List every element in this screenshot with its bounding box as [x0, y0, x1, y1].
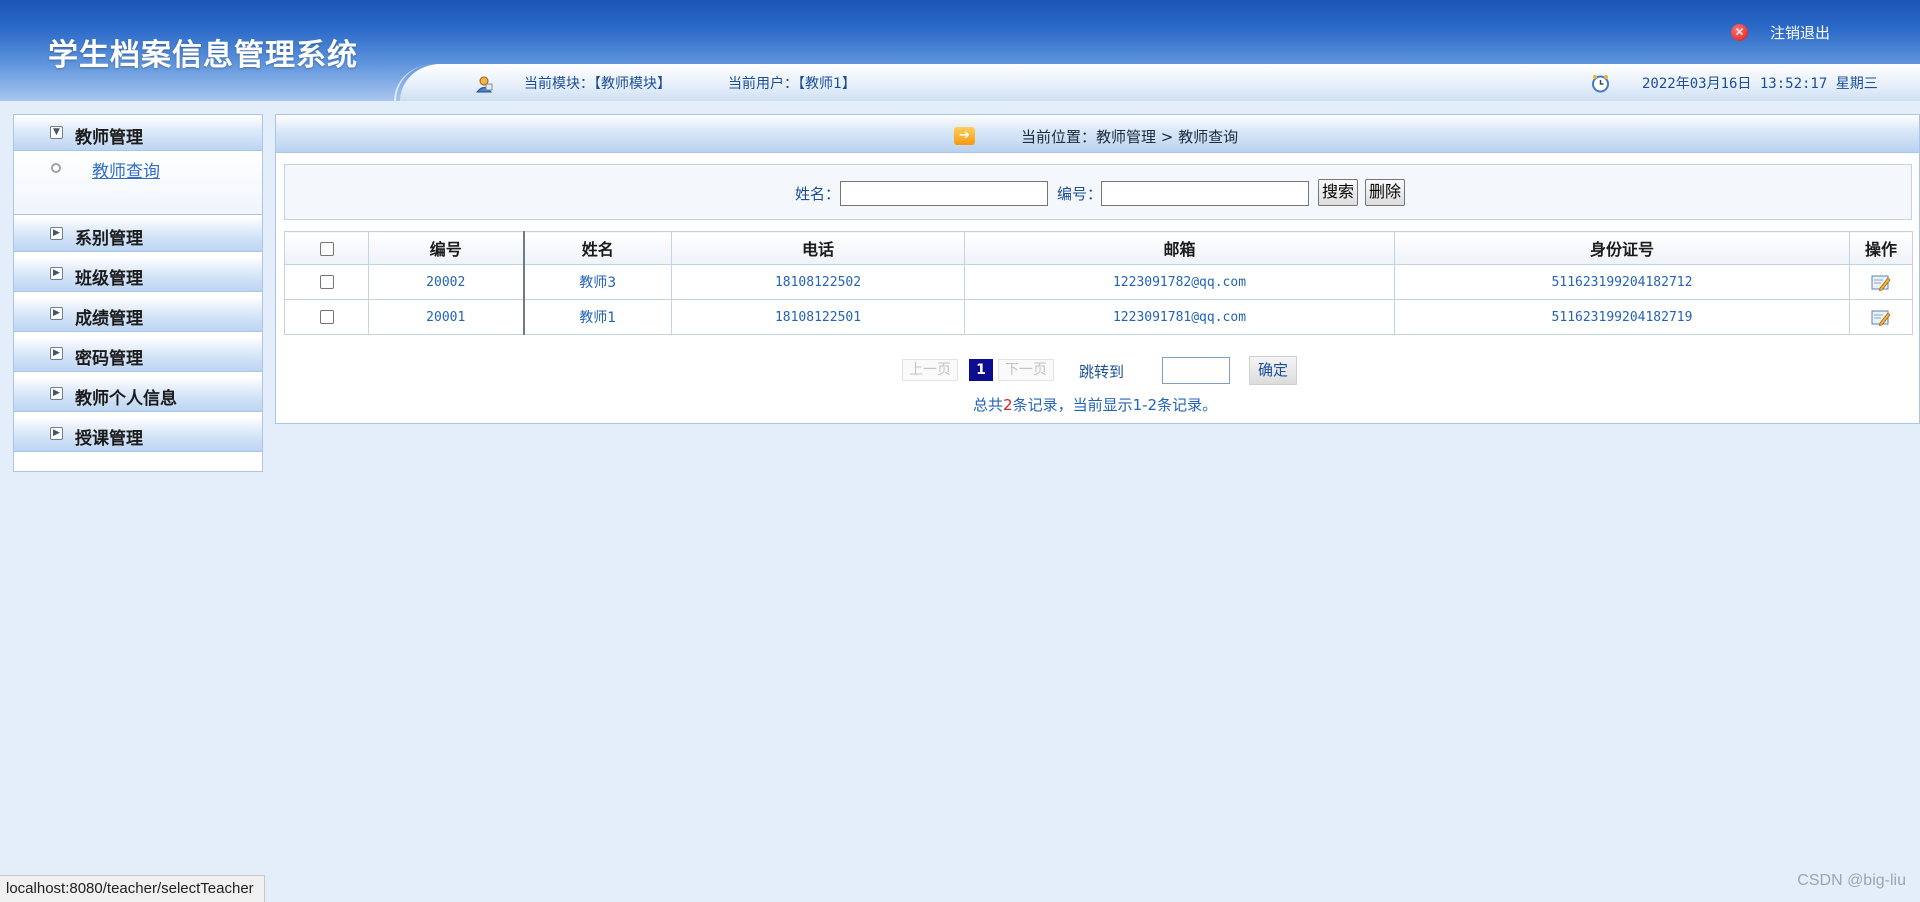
column-header-actions: 操作 [1849, 231, 1913, 265]
name-search-input[interactable] [840, 181, 1048, 206]
cell-email: 1223091781@qq.com [964, 299, 1395, 335]
main-panel: ➔ 当前位置：教师管理 > 教师查询 姓名： 编号： 搜索 删除 编号 姓名 电… [275, 114, 1920, 424]
close-icon: ✕ [1730, 24, 1748, 41]
sidebar: ▼ 教师管理 教师查询 ▶ 系别管理 ▶ 班级管理 ▶ 成绩管理 ▶ 密码管理 … [13, 114, 263, 472]
user-icon [475, 76, 493, 93]
cell-id: 20002 [368, 264, 525, 300]
row-checkbox[interactable] [319, 310, 334, 324]
expand-icon: ▶ [50, 307, 63, 320]
column-header-email: 邮箱 [964, 231, 1395, 265]
cell-idcard: 511623199204182719 [1394, 299, 1850, 335]
sidebar-item-label: 班级管理 [75, 269, 143, 289]
table-row: 20002 教师3 18108122502 1223091782@qq.com … [284, 264, 1913, 300]
sidebar-item-department-management[interactable]: ▶ 系别管理 [14, 216, 262, 252]
sidebar-item-teacher-management[interactable]: ▼ 教师管理 [14, 115, 262, 151]
sidebar-item-teaching-management[interactable]: ▶ 授课管理 [14, 416, 262, 452]
collapse-icon: ▼ [50, 126, 63, 139]
id-label: 编号： [1057, 185, 1103, 203]
sidebar-item-grade-management[interactable]: ▶ 成绩管理 [14, 296, 262, 332]
row-checkbox[interactable] [319, 275, 334, 289]
search-button[interactable]: 搜索 [1318, 179, 1359, 206]
sidebar-item-label: 密码管理 [75, 349, 143, 369]
sidebar-item-class-management[interactable]: ▶ 班级管理 [14, 256, 262, 292]
current-module: 当前模块：【教师模块】 [524, 76, 671, 92]
sidebar-item-label: 授课管理 [75, 429, 143, 449]
confirm-jump-button[interactable]: 确定 [1249, 356, 1298, 385]
select-all-cell [284, 231, 369, 265]
clock-icon [1592, 75, 1609, 93]
arrow-right-icon: ➔ [954, 127, 975, 145]
current-user: 当前用户：【教师1】 [728, 76, 856, 92]
sidebar-item-password-management[interactable]: ▶ 密码管理 [14, 336, 262, 372]
edit-icon[interactable] [1871, 309, 1891, 326]
expand-icon: ▶ [50, 227, 63, 240]
expand-icon: ▶ [50, 427, 63, 440]
jump-label: 跳转到 [1079, 363, 1125, 381]
name-label: 姓名： [795, 185, 841, 203]
record-count: 2 [1003, 396, 1013, 414]
breadcrumb: 当前位置：教师管理 > 教师查询 [1021, 128, 1239, 146]
expand-icon: ▶ [50, 347, 63, 360]
select-all-checkbox[interactable] [319, 242, 334, 256]
cell-email: 1223091782@qq.com [964, 264, 1395, 300]
status-bar-url: localhost:8080/teacher/selectTeacher [0, 875, 265, 902]
prev-page-button[interactable]: 上一页 [902, 359, 958, 381]
cell-idcard: 511623199204182712 [1394, 264, 1850, 300]
submenu: 教师查询 [14, 151, 262, 215]
expand-icon: ▶ [50, 267, 63, 280]
logout-button[interactable]: ✕ 注销退出 [1730, 22, 1830, 43]
expand-icon: ▶ [50, 387, 63, 400]
column-header-id: 编号 [368, 231, 525, 265]
id-search-input[interactable] [1101, 181, 1309, 206]
sidebar-item-label: 教师个人信息 [75, 389, 177, 409]
table-header-row: 编号 姓名 电话 邮箱 身份证号 操作 [284, 231, 1913, 265]
cell-phone: 18108122501 [671, 299, 965, 335]
app-title: 学生档案信息管理系统 [48, 38, 358, 73]
column-header-name: 姓名 [523, 231, 672, 265]
sidebar-item-label: 系别管理 [75, 229, 143, 249]
info-bar: 当前模块：【教师模块】 当前用户：【教师1】 2022年03月16日 13:52… [394, 64, 1920, 101]
cell-name: 教师3 [523, 264, 672, 300]
app-header: 学生档案信息管理系统 ✕ 注销退出 当前模块：【教师模块】 当前用户：【教师1】… [0, 0, 1920, 101]
column-header-idcard: 身份证号 [1394, 231, 1850, 265]
table-row: 20001 教师1 18108122501 1223091781@qq.com … [284, 299, 1913, 335]
sidebar-item-teacher-profile[interactable]: ▶ 教师个人信息 [14, 376, 262, 412]
cell-phone: 18108122502 [671, 264, 965, 300]
record-summary: 总共2条记录，当前显示1-2条记录。 [973, 396, 1218, 414]
current-page[interactable]: 1 [969, 359, 993, 381]
breadcrumb-bar: ➔ 当前位置：教师管理 > 教师查询 [276, 115, 1919, 153]
logout-label: 注销退出 [1769, 24, 1830, 42]
bullet-icon [51, 163, 61, 173]
datetime: 2022年03月16日 13:52:17 星期三 [1642, 76, 1878, 92]
teacher-table: 编号 姓名 电话 邮箱 身份证号 操作 20002 教师3 1810812250… [284, 231, 1913, 335]
search-form: 姓名： 编号： 搜索 删除 [284, 164, 1912, 220]
cell-id: 20001 [368, 299, 525, 335]
sidebar-item-label: 教师管理 [75, 128, 143, 148]
jump-page-input[interactable] [1162, 357, 1230, 384]
edit-icon[interactable] [1871, 274, 1891, 291]
delete-button[interactable]: 删除 [1365, 179, 1406, 206]
watermark: CSDN @big-liu [1797, 872, 1906, 889]
sidebar-item-label: 成绩管理 [75, 309, 143, 329]
cell-name: 教师1 [523, 299, 672, 335]
submenu-link-teacher-query[interactable]: 教师查询 [92, 157, 160, 182]
next-page-button[interactable]: 下一页 [998, 359, 1054, 381]
column-header-phone: 电话 [671, 231, 965, 265]
